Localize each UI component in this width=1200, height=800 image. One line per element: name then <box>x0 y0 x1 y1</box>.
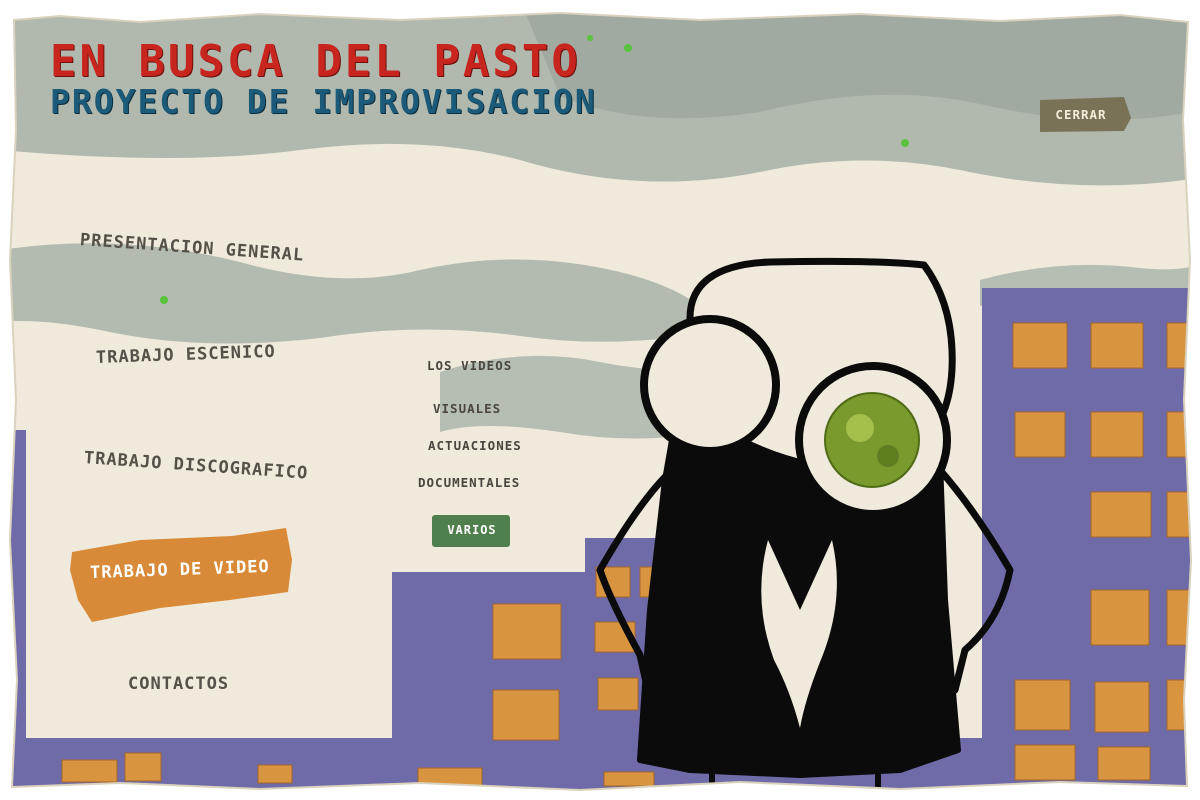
close-button[interactable]: CERRAR <box>1046 107 1116 122</box>
character-eye-left <box>640 315 780 455</box>
subnav-visuales[interactable]: VISUALES <box>433 401 501 416</box>
subnav-los-videos[interactable]: LOS VIDEOS <box>427 358 512 373</box>
subnav-varios[interactable]: VARIOS <box>436 523 508 537</box>
grass-speck <box>587 35 593 41</box>
page-canvas: EN BUSCA DEL PASTO PROYECTO DE IMPROVISA… <box>0 0 1200 800</box>
subnav-actuaciones[interactable]: ACTUACIONES <box>428 438 522 453</box>
site-title: EN BUSCA DEL PASTO <box>50 36 581 87</box>
site-subtitle: PROYECTO DE IMPROVISACION <box>50 82 597 121</box>
grass-speck <box>901 139 909 147</box>
grass-speck <box>160 296 168 304</box>
nav-contactos[interactable]: CONTACTOS <box>128 674 229 694</box>
character-pupil-grass <box>824 392 920 488</box>
subnav-documentales[interactable]: DOCUMENTALES <box>418 475 520 490</box>
grass-speck <box>624 44 632 52</box>
